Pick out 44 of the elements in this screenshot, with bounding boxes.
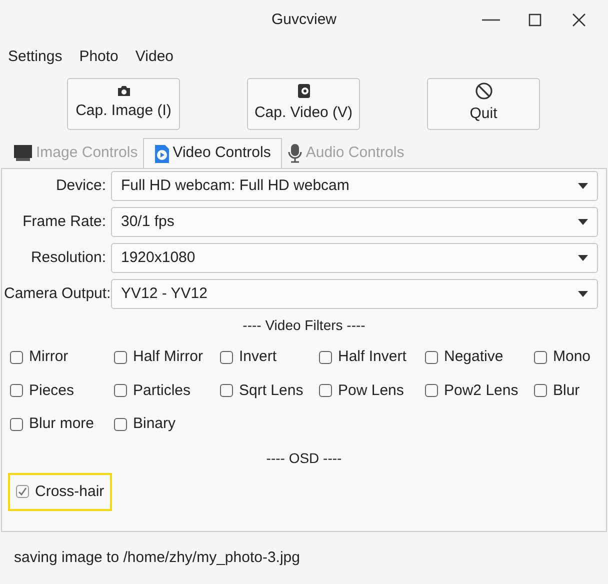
menu-item[interactable]: Settings [8, 46, 62, 68]
field-label: Frame Rate: [22, 212, 106, 232]
toolbar-button[interactable]: Quit [427, 78, 540, 130]
dropdown[interactable]: YV12 - YV12 [111, 279, 598, 309]
checkbox[interactable]: Half Invert [319, 346, 406, 368]
camera-icon [296, 83, 310, 100]
prohibited-icon [474, 82, 492, 100]
checkbox[interactable]: Sqrt Lens [220, 380, 304, 402]
checkbox[interactable]: Pieces [10, 380, 74, 402]
checkbox[interactable]: Mono [534, 346, 591, 368]
checkbox[interactable]: Pow2 Lens [425, 380, 518, 402]
checkbox[interactable]: Pow Lens [319, 380, 404, 402]
field-label: Device: [54, 176, 106, 196]
dropdown[interactable]: Full HD webcam: Full HD webcam [111, 171, 598, 201]
status-text: saving image to /home/zhy/my_photo-3.jpg [14, 548, 300, 568]
window-title: Guvcview [271, 10, 337, 30]
checkbox[interactable]: Binary [114, 413, 176, 436]
tab[interactable]: Video Controls [142, 138, 282, 168]
camera-icon [116, 85, 130, 98]
checkbox[interactable]: Half Mirror [114, 346, 203, 368]
dropdown-arrow-icon [578, 255, 588, 261]
menu-item[interactable]: Video [135, 46, 174, 68]
checkbox[interactable]: Mirror [10, 346, 68, 368]
dropdown[interactable]: 1920x1080 [111, 243, 598, 273]
play-icon [154, 144, 170, 164]
checkbox[interactable]: Blur more [10, 413, 94, 436]
checkbox[interactable]: Blur [534, 380, 580, 402]
toolbar-button[interactable]: Cap. Video (V) [247, 78, 360, 130]
dropdown[interactable]: 30/1 fps [111, 207, 598, 237]
check-icon [18, 487, 27, 496]
dropdown-arrow-icon [578, 219, 588, 225]
field-label: Resolution: [30, 248, 106, 268]
checkbox[interactable]: Cross-hair [10, 474, 110, 509]
menu-item[interactable]: Photo [79, 46, 118, 68]
dropdown-arrow-icon [578, 183, 588, 189]
checkbox[interactable]: Negative [425, 346, 504, 368]
section-heading: ---- Video Filters ---- [242, 316, 366, 335]
checkbox[interactable]: Particles [114, 380, 191, 402]
checkbox[interactable]: Invert [220, 346, 277, 368]
toolbar-button[interactable]: Cap. Image (I) [67, 78, 180, 130]
section-heading: ---- OSD ---- [265, 448, 343, 468]
microphone-icon [286, 143, 303, 163]
monitor-icon [13, 144, 33, 162]
dropdown-arrow-icon [578, 291, 588, 297]
